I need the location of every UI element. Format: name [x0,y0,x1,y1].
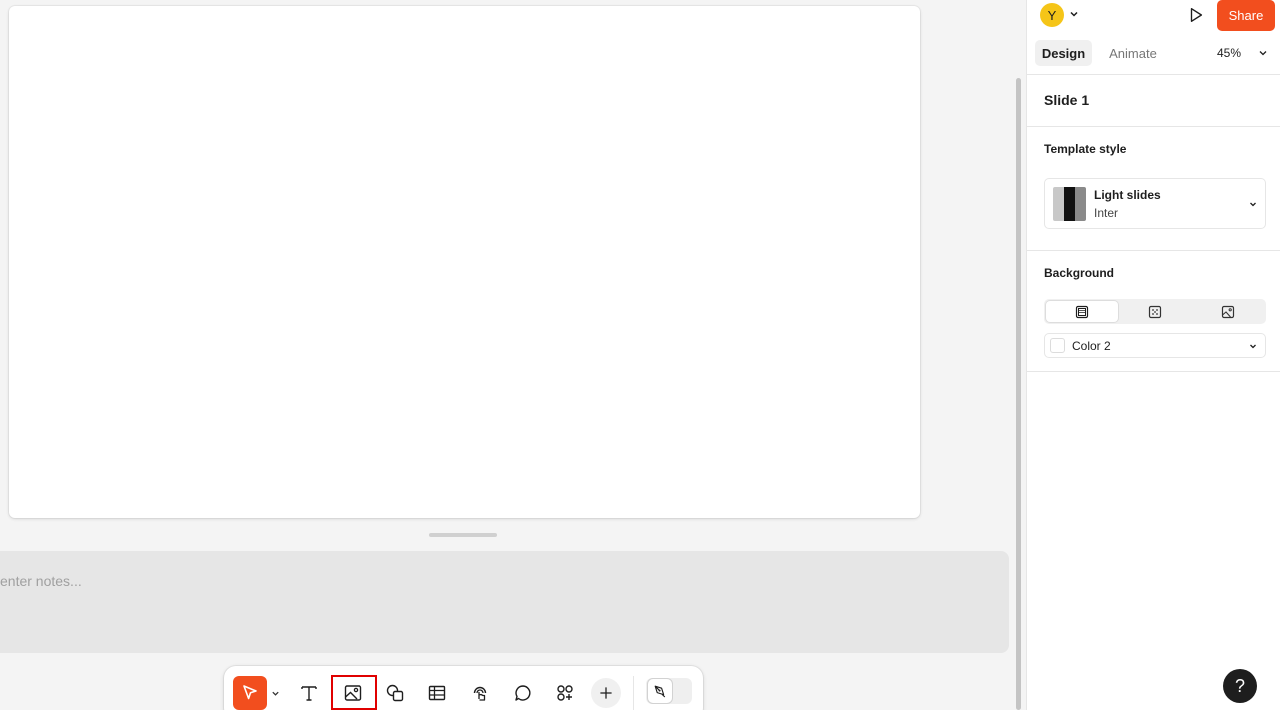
divider [1027,371,1280,372]
background-color-label: Color 2 [1072,339,1111,353]
properties-panel: Y Share Design Animate 45% Slide 1 Templ… [1026,0,1280,710]
divider [1027,74,1280,75]
comment-icon [515,685,531,701]
notes-placeholder: enter notes... [0,573,82,589]
canvas-scrollbar[interactable] [1016,78,1021,710]
present-button[interactable] [1185,4,1207,26]
notes-resize-handle[interactable] [429,533,497,537]
background-type-segment [1044,299,1266,324]
template-font: Inter [1094,206,1119,220]
background-pattern-button[interactable] [1119,301,1191,322]
template-thumbnail [1053,187,1086,221]
widgets-icon [557,685,573,701]
zoom-level[interactable]: 45% [1217,46,1241,60]
widgets-tool-button[interactable] [548,676,582,710]
template-style-heading: Template style [1044,142,1127,156]
background-color-select[interactable]: Color 2 [1044,333,1266,358]
image-tool-button[interactable] [336,676,370,710]
speaker-notes-area[interactable]: enter notes... [0,551,1009,653]
play-icon [1190,8,1203,22]
shapes-icon [386,684,404,702]
background-solid-button[interactable] [1046,301,1118,322]
draw-icon [654,685,666,698]
add-icon [600,687,612,699]
table-icon [428,685,446,701]
color-swatch[interactable] [1050,338,1065,353]
slide-title: Slide 1 [1044,92,1090,108]
chevron-down-icon [1250,202,1256,207]
move-tool-button[interactable] [233,676,267,710]
toolbar-divider [633,676,634,710]
tab-animate[interactable]: Animate [1103,40,1163,66]
image-icon [1221,305,1235,318]
divider [1027,250,1280,251]
solid-icon [1075,305,1089,318]
help-button[interactable]: ? [1223,669,1257,703]
template-name: Light slides [1094,188,1161,202]
move-icon [243,685,257,700]
chevron-down-icon [271,691,279,696]
share-button[interactable]: Share [1217,0,1275,31]
tab-design[interactable]: Design [1035,40,1092,66]
slide-canvas[interactable] [9,6,920,518]
draw-toggle-knob [648,679,672,703]
chevron-down-icon[interactable] [1257,47,1269,59]
chevron-down-icon [1250,344,1256,349]
stamp-icon [473,686,487,701]
background-heading: Background [1044,266,1115,280]
text-icon [301,686,317,701]
chevron-down-icon[interactable] [1068,8,1080,20]
text-tool-button[interactable] [292,676,326,710]
comment-tool-button[interactable] [506,676,540,710]
divider [1027,126,1280,127]
stamp-tool-button[interactable] [463,676,497,710]
canvas-area[interactable]: enter notes... [0,0,1021,710]
pattern-icon [1148,305,1162,318]
user-avatar[interactable]: Y [1040,3,1064,27]
template-style-select[interactable]: Light slides Inter [1044,178,1266,229]
image-icon [344,685,362,701]
background-image-button[interactable] [1192,301,1264,322]
draw-mode-toggle[interactable] [646,678,692,704]
table-tool-button[interactable] [420,676,454,710]
add-tool-button[interactable] [591,678,621,708]
bottom-toolbar [224,666,703,710]
shapes-tool-button[interactable] [378,676,412,710]
move-tool-dropdown[interactable] [267,684,283,702]
